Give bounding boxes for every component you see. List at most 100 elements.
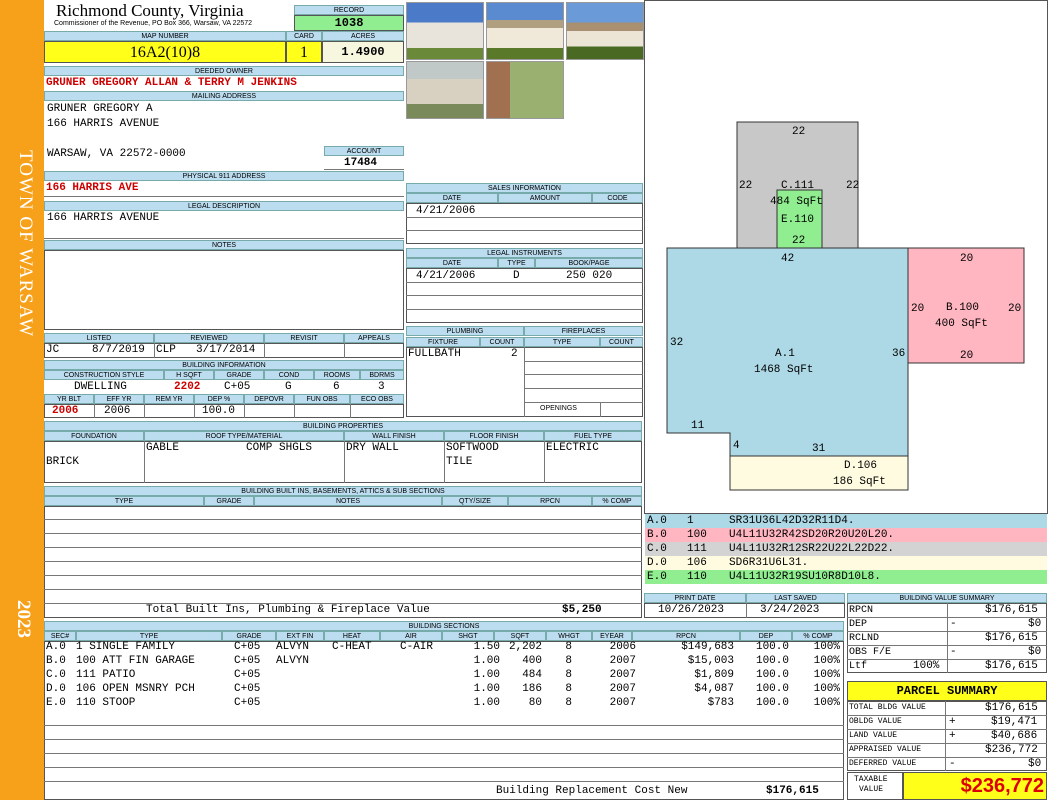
map-number: 16A2(10)8 <box>44 41 286 63</box>
sales-label: SALES INFORMATION <box>406 183 643 193</box>
bvs-rclnd-label: RCLND <box>849 633 880 644</box>
sales-code-header: CODE <box>592 193 643 203</box>
bin-rpcn-header: RPCN <box>508 496 592 506</box>
section-cell: ALVYN <box>276 655 310 667</box>
notes-label: NOTES <box>44 240 404 250</box>
print-date-label: PRINT DATE <box>644 593 746 603</box>
section-cell: 100% <box>813 655 840 667</box>
bin-qty-header: QTY/SIZE <box>442 496 508 506</box>
building-info-label: BUILDING INFORMATION <box>44 360 404 370</box>
sketch-code-row: C.0 111 U4L11U32R12SR22U22L22D22. <box>645 542 1047 556</box>
li-type-header: TYPE <box>498 258 535 268</box>
photo-outbuilding[interactable] <box>406 61 484 119</box>
section-cell: C+05 <box>234 641 261 653</box>
section-cell: 110 STOOP <box>76 697 136 709</box>
section-cell: 1.00 <box>473 655 500 667</box>
li-date-header: DATE <box>406 258 498 268</box>
section-col-header: GRADE <box>222 631 276 641</box>
section-col-header: DEP <box>740 631 792 641</box>
sketch-drawing: 22 22 22 C.111 484 SqFt E.110 22 42 32 3… <box>666 121 1025 491</box>
bvs-rpcn: $176,615 <box>985 604 1038 616</box>
section-cell: 100% <box>813 669 840 681</box>
ps-appraised-label: APPRAISED VALUE <box>849 745 922 754</box>
ps-taxable-label1: TAXABLE <box>854 775 888 784</box>
sk-a-area: 1468 SqFt <box>754 364 813 376</box>
photo-garage[interactable] <box>406 2 484 60</box>
physical-address: 166 HARRIS AVE <box>46 182 139 194</box>
bi-grade: C+05 <box>224 381 251 393</box>
sketch-code-row: B.0 100 U4L11U32R42SD20R20U20L20. <box>645 528 1047 542</box>
section-cell: D.0 <box>46 683 66 695</box>
photo-house-side[interactable] <box>566 2 644 60</box>
sketch-code-num: 111 <box>687 543 707 555</box>
ps-tbv-label: TOTAL BLDG VALUE <box>849 703 926 712</box>
section-cell: 100.0 <box>755 683 789 695</box>
card-number: 1 <box>286 41 322 63</box>
section-cell: 1.00 <box>473 697 500 709</box>
plumb-count-header: COUNT <box>480 337 524 347</box>
bvs-label: BUILDING VALUE SUMMARY <box>847 593 1047 603</box>
bi-cond-header: COND <box>264 370 314 380</box>
section-col-header: EXT FIN <box>276 631 324 641</box>
section-cell: 100% <box>813 697 840 709</box>
section-cell: 100.0 <box>755 697 789 709</box>
sk-b-top: 20 <box>960 253 973 265</box>
bin-type-header: TYPE <box>44 496 204 506</box>
section-col-header: AIR <box>380 631 442 641</box>
acres-label: ACRES <box>322 31 404 41</box>
section-cell: C+05 <box>234 697 261 709</box>
parcel-summary-title: PARCEL SUMMARY <box>847 681 1047 701</box>
section-cell: A.0 <box>46 641 66 653</box>
bi-effyr-header: EFF YR <box>94 394 144 404</box>
section-cell: 1 SINGLE FAMILY <box>76 641 176 653</box>
last-saved-label: LAST SAVED <box>746 593 845 603</box>
sk-c-left: 22 <box>739 180 752 192</box>
bin-notes-header: NOTES <box>254 496 442 506</box>
ps-obldg-sign: + <box>949 716 956 728</box>
sk-a-b1: 11 <box>691 420 705 432</box>
section-cell: 400 <box>522 655 542 667</box>
reviewed-date: 3/17/2014 <box>196 344 256 356</box>
bvs-rclnd: $176,615 <box>985 632 1038 644</box>
legal-description: 166 HARRIS AVENUE <box>47 212 160 224</box>
physical-address-label: PHYSICAL 911 ADDRESS <box>44 171 404 181</box>
sketch-code-num: 100 <box>687 529 707 541</box>
sk-c-top: 22 <box>792 126 805 138</box>
prop-floor2: TILE <box>446 456 473 468</box>
bvs-rpcn-label: RPCN <box>849 605 874 616</box>
section-col-header: HEAT <box>324 631 380 641</box>
bi-grade-header: GRADE <box>214 370 264 380</box>
bi-yrblt-header: YR BLT <box>44 394 94 404</box>
photo-house-front[interactable] <box>486 2 564 60</box>
section-cell: C+05 <box>234 683 261 695</box>
sk-b-area: 400 SqFt <box>935 318 988 330</box>
section-cell: C-AIR <box>400 641 434 653</box>
sk-b-left: 20 <box>911 303 924 315</box>
fp-count-header: COUNT <box>600 337 643 347</box>
section-cell: C+05 <box>234 669 261 681</box>
ps-deferred-label: DEFERRED VALUE <box>849 759 917 768</box>
section-cell: $15,003 <box>687 655 734 667</box>
mailing-line2: 166 HARRIS AVENUE <box>47 118 160 130</box>
builtins-table <box>44 506 642 618</box>
section-cell: 2007 <box>609 697 636 709</box>
sections-label: BUILDING SECTIONS <box>44 621 844 631</box>
li-bookpage-header: BOOK/PAGE <box>535 258 643 268</box>
record-number: 1038 <box>294 15 404 31</box>
ps-land-sign: + <box>949 730 956 742</box>
listed-date: 8/7/2019 <box>92 344 145 356</box>
sketch-code-code: U4L11U32R19SU10R8D10L8. <box>729 571 881 583</box>
sk-e-name: E.110 <box>781 214 814 226</box>
sketch-code-sec: D.0 <box>647 557 667 569</box>
sections-rows: A.0 1 SINGLE FAMILY C+05 ALVYN C-HEAT C-AIR 1… <box>44 641 844 800</box>
bi-dep-header: DEP % <box>194 394 244 404</box>
county-header: Richmond County, Virginia Commissioner o… <box>46 2 292 32</box>
county-name: Richmond County, Virginia <box>56 1 244 20</box>
revisit-label: REVISIT <box>264 333 344 343</box>
sketch-code-row: E.0 110 U4L11U32R19SU10R8D10L8. <box>645 570 1047 584</box>
listed-label: LISTED <box>44 333 154 343</box>
photo-mailbox[interactable] <box>486 61 564 119</box>
bi-cond: G <box>285 381 292 393</box>
section-cell: 186 <box>522 683 542 695</box>
deeded-owner-label: DEEDED OWNER <box>44 66 404 76</box>
